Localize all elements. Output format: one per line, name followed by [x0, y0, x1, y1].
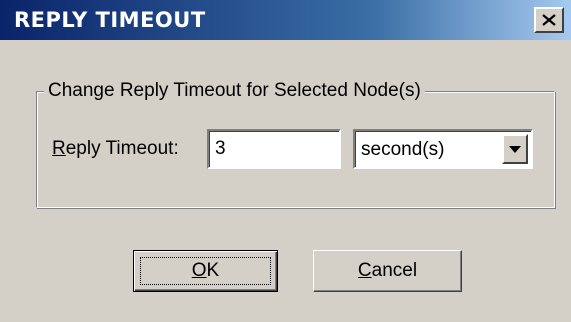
dropdown-arrow-icon [509, 145, 521, 153]
reply-timeout-label: Reply Timeout: [52, 138, 179, 160]
reply-timeout-label-mnemonic: R [52, 138, 66, 159]
ok-button[interactable]: OK [133, 250, 278, 292]
window-title: REPLY TIMEOUT [14, 8, 206, 32]
reply-timeout-input[interactable] [207, 129, 341, 169]
reply-timeout-label-text: eply Timeout: [65, 138, 179, 159]
timeout-unit-select[interactable]: second(s) [353, 129, 533, 169]
title-bar[interactable]: REPLY TIMEOUT [0, 0, 571, 40]
reply-timeout-dialog: REPLY TIMEOUT Change Reply Timeout for S… [0, 0, 571, 322]
cancel-button-mnemonic: C [357, 260, 372, 281]
close-icon [542, 14, 556, 26]
dropdown-arrow-button[interactable] [502, 134, 528, 164]
cancel-button[interactable]: Cancel [313, 250, 462, 292]
timeout-unit-value: second(s) [361, 139, 445, 160]
groupbox-legend: Change Reply Timeout for Selected Node(s… [44, 80, 425, 102]
cancel-button-label: Cancel [358, 260, 417, 282]
focus-rectangle [140, 257, 271, 285]
cancel-button-text: ancel [371, 260, 418, 281]
close-button[interactable] [534, 7, 564, 33]
